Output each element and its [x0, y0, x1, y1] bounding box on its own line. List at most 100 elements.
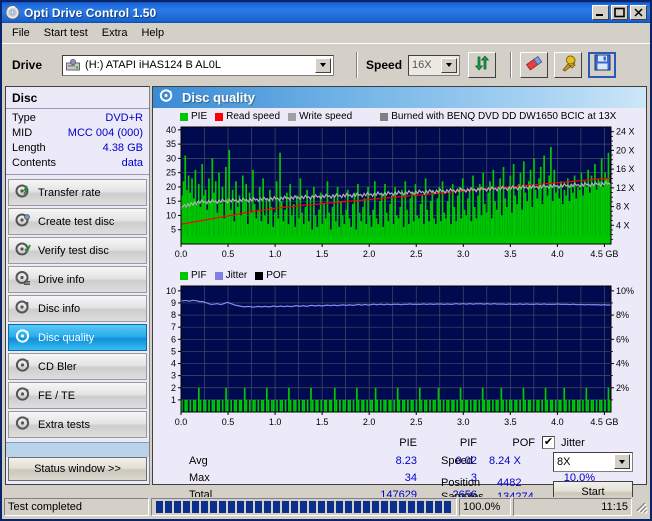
svg-text:12 X: 12 X — [616, 183, 635, 193]
progress-block — [345, 501, 352, 513]
svg-text:5: 5 — [171, 346, 176, 356]
disc-mid-label: MID — [12, 127, 33, 139]
sidebar-item-verify-test-disc[interactable]: Verify test disc — [8, 237, 147, 264]
sidebar-item-create-test-disc[interactable]: Create test disc — [8, 208, 147, 235]
progress-block — [201, 501, 208, 513]
legend-label: Burned with BENQ DVD DD DW1650 BCIC at 1… — [391, 111, 617, 122]
app-window: Opti Drive Control 1.50 File Start test … — [0, 0, 652, 521]
chevron-down-icon[interactable] — [315, 57, 332, 73]
stat-header-pof: POF — [512, 437, 535, 449]
content-header: Disc quality — [153, 87, 646, 108]
progress-block — [228, 501, 235, 513]
title-bar: Opti Drive Control 1.50 — [2, 2, 650, 23]
svg-text:4%: 4% — [616, 359, 629, 369]
svg-text:3.0: 3.0 — [457, 249, 470, 259]
refresh-button[interactable] — [468, 52, 497, 78]
sidebar-item-disc-quality[interactable]: Disc quality — [8, 324, 147, 351]
sidebar-item-cd-bler[interactable]: CD Bler — [8, 353, 147, 380]
pie-chart-container: PIE Read speed Write speed Burned with B… — [153, 108, 646, 265]
sidebar-item-drive-info[interactable]: Drive info — [8, 266, 147, 293]
sidebar-item-transfer-rate[interactable]: Transfer rate — [8, 179, 147, 206]
legend-item-read-speed: Read speed — [215, 111, 280, 122]
progress-block — [336, 501, 343, 513]
sidebar-item-label: Drive info — [38, 273, 85, 286]
legend-swatch — [180, 112, 188, 121]
progress-block — [435, 501, 442, 513]
drive-select-value: (H:) ATAPI iHAS124 B AL0L — [85, 59, 221, 71]
status-window-button[interactable]: Status window >> — [8, 457, 147, 481]
progress-block — [318, 501, 325, 513]
svg-text:2.0: 2.0 — [363, 249, 376, 259]
legend-label: PIF — [191, 270, 207, 281]
menu-bar: File Start test Extra Help — [2, 23, 650, 43]
progress-block — [174, 501, 181, 513]
sidebar-item-disc-info[interactable]: Disc info — [8, 295, 147, 322]
progress-block — [327, 501, 334, 513]
menu-extra[interactable]: Extra — [95, 24, 135, 42]
jitter-checkbox[interactable]: ✔ — [542, 436, 555, 449]
sidebar-item-label: Extra tests — [38, 418, 90, 431]
svg-text:9: 9 — [171, 298, 176, 308]
progress-block — [183, 501, 190, 513]
speed-result-select[interactable]: 8X — [553, 452, 633, 472]
save-button[interactable] — [588, 52, 617, 78]
svg-text:1.0: 1.0 — [269, 249, 282, 259]
sidebar-item-fe-te[interactable]: FE / TE — [8, 382, 147, 409]
svg-text:4.5 GB: 4.5 GB — [590, 417, 618, 427]
progress-bar — [151, 498, 457, 516]
chevron-down-icon[interactable] — [441, 57, 458, 73]
svg-text:5: 5 — [171, 225, 176, 235]
tools-button[interactable] — [554, 52, 583, 78]
erase-button[interactable] — [520, 52, 549, 78]
sidebar-item-label: Create test disc — [38, 215, 115, 228]
menu-start-test[interactable]: Start test — [37, 24, 95, 42]
progress-block — [408, 501, 415, 513]
pie-chart-legend: PIE Read speed Write speed Burned with B… — [155, 110, 644, 123]
speed-select[interactable]: 16X — [408, 54, 461, 76]
status-bar: Test completed 100.0% 11:15 — [4, 497, 648, 517]
progress-block — [273, 501, 280, 513]
sidebar-filler — [6, 442, 149, 457]
svg-text:2.5: 2.5 — [410, 249, 423, 259]
progress-block — [192, 501, 199, 513]
svg-text:3: 3 — [171, 371, 176, 381]
disc-check-icon — [15, 241, 31, 260]
speed-label: Speed — [366, 58, 403, 72]
sidebar-item-extra-tests[interactable]: Extra tests — [8, 411, 147, 438]
menu-help[interactable]: Help — [134, 24, 171, 42]
svg-text:2.5: 2.5 — [410, 417, 423, 427]
legend-swatch — [380, 112, 389, 121]
svg-text:6: 6 — [171, 334, 176, 344]
legend-item-write-speed: Write speed — [288, 111, 352, 122]
progress-block — [300, 501, 307, 513]
progress-block — [309, 501, 316, 513]
resize-grip-icon[interactable] — [634, 500, 648, 514]
sidebar-item-label: CD Bler — [38, 360, 77, 373]
menu-file[interactable]: File — [5, 24, 37, 42]
svg-text:24 X: 24 X — [616, 127, 635, 137]
svg-text:4.0: 4.0 — [551, 417, 564, 427]
legend-label: PIE — [191, 111, 208, 122]
progress-block — [219, 501, 226, 513]
drive-label: Drive — [12, 58, 43, 72]
wrench-icon — [559, 54, 578, 77]
disc-speed-icon — [15, 183, 31, 202]
progress-block — [246, 501, 253, 513]
drive-select[interactable]: (H:) ATAPI iHAS124 B AL0L — [62, 54, 335, 76]
progress-block — [426, 501, 433, 513]
stat-header-jitter: Jitter — [561, 437, 585, 449]
disc-icon — [5, 5, 20, 20]
elapsed-time: 11:15 — [513, 498, 632, 516]
chevron-down-icon[interactable] — [614, 454, 630, 469]
progress-block — [264, 501, 271, 513]
svg-text:1: 1 — [171, 395, 176, 405]
legend-swatch — [214, 271, 223, 280]
disc-panel-heading: Disc — [6, 87, 149, 109]
stat-max-pie: 34 — [404, 472, 417, 484]
minimize-button[interactable] — [592, 5, 609, 20]
maximize-button[interactable] — [611, 5, 628, 20]
disc-length-label: Length — [12, 142, 46, 154]
position-value: 4482 — [497, 477, 522, 489]
close-button[interactable] — [630, 5, 647, 20]
svg-text:10%: 10% — [616, 286, 634, 296]
